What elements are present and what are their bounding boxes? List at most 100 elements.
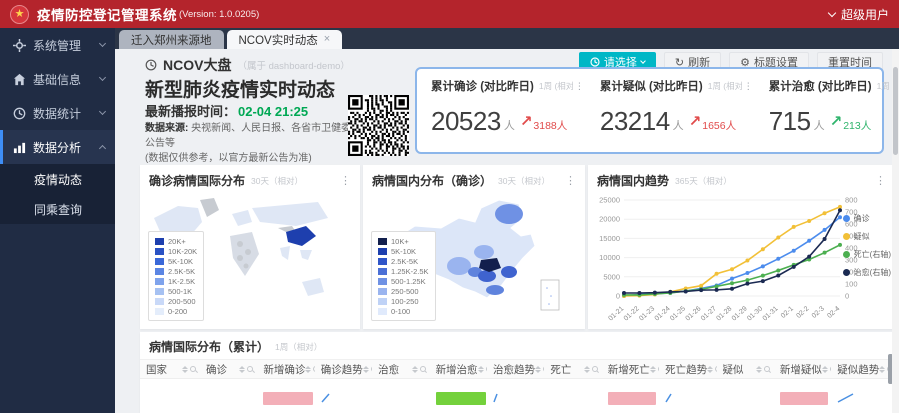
- column-header-11[interactable]: 疑似: [717, 362, 774, 377]
- column-header-4[interactable]: 确诊趋势: [315, 362, 373, 377]
- sort-icon[interactable]: [534, 365, 541, 373]
- table-cell: [774, 391, 831, 405]
- kebab-menu-icon[interactable]: ⋮: [340, 174, 351, 187]
- legend-label: 疑似: [853, 232, 870, 241]
- sort-icon[interactable]: [879, 365, 886, 373]
- broadcast-time-row: 最新播报时间： 02-04 21:25: [145, 101, 308, 120]
- trend-sparkline: [837, 393, 854, 403]
- legend-row: 0-100: [378, 306, 429, 316]
- search-icon[interactable]: [657, 366, 660, 372]
- column-header-1[interactable]: 国家: [140, 362, 200, 377]
- legend-swatch: [378, 307, 387, 315]
- sort-icon[interactable]: [707, 365, 714, 373]
- sort-icon[interactable]: [755, 365, 762, 373]
- svg-text:01-30: 01-30: [746, 305, 764, 322]
- legend-swatch: [155, 237, 164, 245]
- sort-icon[interactable]: [305, 365, 312, 373]
- legend-item[interactable]: 治愈(右轴): [842, 267, 891, 278]
- legend-swatch: [378, 287, 387, 295]
- column-header-3[interactable]: 新增确诊: [257, 362, 315, 377]
- legend-swatch: [155, 287, 164, 295]
- search-icon[interactable]: [247, 366, 254, 372]
- sidebar-subitem-epidemic-dynamics[interactable]: 疫情动态: [0, 164, 115, 194]
- sidebar-item-data-stats[interactable]: 数据统计: [0, 96, 115, 130]
- sort-icon[interactable]: [477, 365, 484, 373]
- chevron-down-icon: [98, 39, 107, 48]
- column-header-6[interactable]: 新增治愈: [430, 362, 487, 377]
- kebab-menu-icon[interactable]: ⋮: [744, 81, 753, 92]
- sidebar-item-label: 基础信息: [33, 72, 82, 87]
- legend-row: 1.25K-2.5K: [378, 266, 429, 276]
- chevron-down-icon: [640, 57, 646, 64]
- kebab-menu-icon[interactable]: ⋮: [565, 174, 576, 187]
- trend-chart-panel: 病情国内趋势 365天（相对） ⋮ 0 5000 10000 15000 20000 2500…: [588, 165, 895, 329]
- sort-icon[interactable]: [182, 365, 188, 373]
- legend-item[interactable]: 死亡(右轴): [842, 249, 891, 260]
- table-row[interactable]: [140, 379, 895, 413]
- svg-text:02-1: 02-1: [780, 305, 795, 320]
- sort-icon[interactable]: [821, 365, 828, 373]
- legend-row: 10K+: [378, 236, 429, 246]
- column-header-5[interactable]: 治愈: [372, 362, 429, 377]
- sort-icon[interactable]: [362, 365, 369, 373]
- kebab-menu-icon[interactable]: ⋮: [875, 174, 886, 187]
- search-icon[interactable]: [313, 366, 315, 372]
- sidebar-subitem-co-travel-query[interactable]: 同乘查询: [0, 194, 115, 224]
- column-header-10[interactable]: 死亡趋势: [659, 362, 717, 377]
- chevron-down-icon: [827, 8, 837, 17]
- sort-icon[interactable]: [239, 365, 246, 373]
- tab-zhengzhou-origin[interactable]: 迁入郑州来源地: [119, 30, 224, 49]
- column-header-12[interactable]: 新增疑似: [774, 362, 832, 377]
- page-scrollbar[interactable]: [892, 49, 899, 413]
- legend-row: 5K-10K: [378, 246, 429, 256]
- top-bar: ★ 疫情防控登记管理系统 (Version: 1.0.0205) 超级用户: [0, 0, 899, 28]
- search-icon[interactable]: [542, 366, 545, 372]
- clock-icon: [145, 59, 157, 71]
- column-header-7[interactable]: 治愈趋势: [487, 362, 545, 377]
- gear-icon: [13, 38, 26, 52]
- column-header-2[interactable]: 确诊: [200, 362, 257, 377]
- search-icon[interactable]: [829, 366, 832, 372]
- sidebar-item-data-analysis[interactable]: 数据分析: [0, 130, 115, 164]
- search-icon[interactable]: [591, 366, 598, 372]
- search-icon[interactable]: [763, 366, 770, 372]
- kebab-menu-icon[interactable]: ⋮: [575, 81, 584, 92]
- close-icon[interactable]: ×: [324, 34, 330, 45]
- search-icon[interactable]: [190, 366, 196, 372]
- search-icon[interactable]: [715, 366, 717, 372]
- main-content: NCOV大盘 （属于 dashboard-demo） 请选择 ↻ 刷新 ⚙ 标题…: [115, 49, 899, 413]
- legend-swatch: [155, 307, 164, 315]
- sidebar-item-basic-info[interactable]: 基础信息: [0, 62, 115, 96]
- table-cell: [257, 391, 314, 405]
- table-cell: [487, 393, 544, 403]
- panel-range: 30天（相对）: [251, 175, 303, 186]
- qr-code: [348, 95, 409, 156]
- panel-range: 1周（相对）: [275, 341, 323, 352]
- svg-text:01-25: 01-25: [669, 305, 687, 322]
- legend-label: 2.5K-5K: [391, 256, 419, 266]
- user-menu[interactable]: 超级用户: [827, 6, 889, 23]
- search-icon[interactable]: [485, 366, 487, 372]
- legend-label: 2.5K-5K: [168, 266, 196, 276]
- username: 超级用户: [840, 7, 889, 22]
- sort-icon[interactable]: [649, 365, 656, 373]
- svg-text:01-29: 01-29: [731, 305, 749, 322]
- search-icon[interactable]: [370, 366, 373, 372]
- panel-title: 病情国内趋势: [597, 174, 670, 188]
- sort-icon[interactable]: [411, 365, 418, 373]
- column-header-9[interactable]: 新增死亡: [602, 362, 660, 377]
- legend-item[interactable]: 疑似: [842, 231, 891, 242]
- legend-label: 500-1.25K: [391, 276, 426, 286]
- svg-text:01-22: 01-22: [623, 305, 641, 322]
- legend-item[interactable]: 确诊: [842, 213, 891, 224]
- panel-title: 病情国内分布（确诊）: [372, 174, 493, 188]
- sort-icon[interactable]: [583, 365, 590, 373]
- search-icon[interactable]: [419, 366, 426, 372]
- legend-row: 100-250: [378, 296, 429, 306]
- column-label: 疑似: [722, 363, 744, 376]
- column-header-8[interactable]: 死亡: [544, 362, 601, 377]
- column-header-13[interactable]: 疑似趋势: [831, 362, 889, 377]
- tab-ncov-realtime[interactable]: NCOV实时动态 ×: [226, 30, 343, 49]
- dashboard-header: NCOV大盘 （属于 dashboard-demo）: [145, 55, 350, 75]
- sidebar-item-system[interactable]: 系统管理: [0, 28, 115, 62]
